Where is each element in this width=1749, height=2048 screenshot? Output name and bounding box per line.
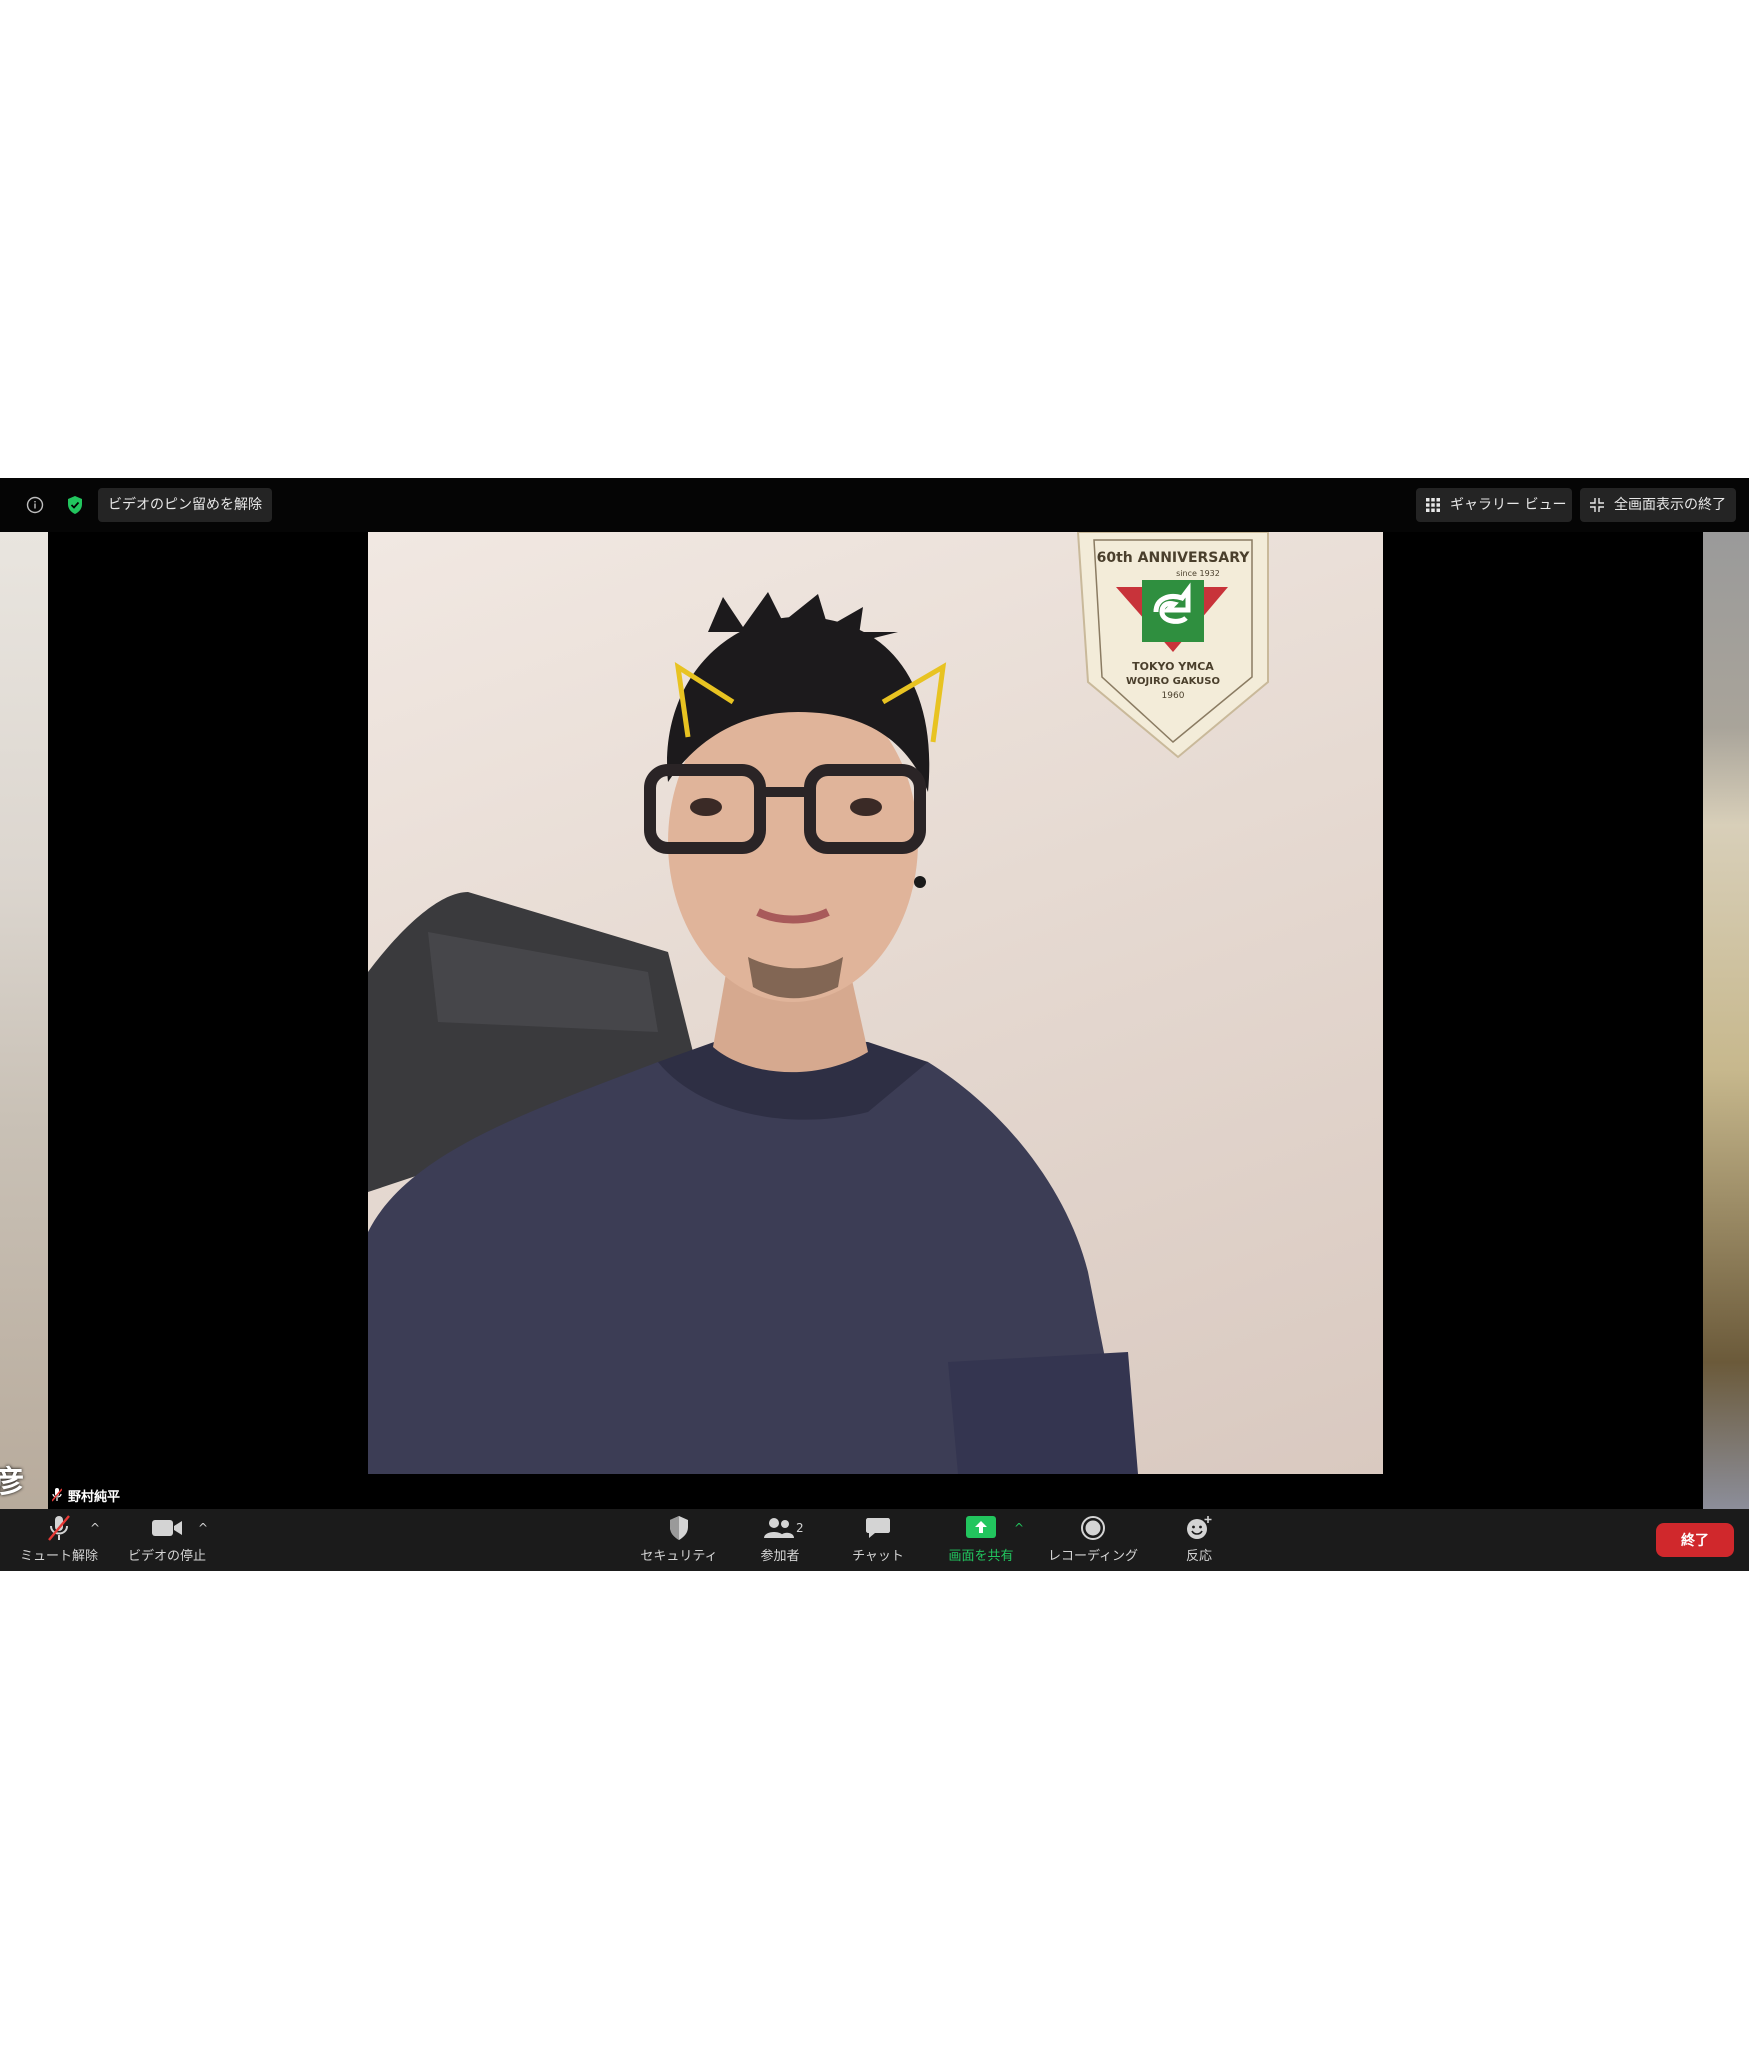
share-screen-label: 画面を共有 (948, 1549, 1014, 1564)
active-speaker-video[interactable]: 60th ANNIVERSARY since 1932 TOKYO YMCA W… (368, 532, 1383, 1474)
chat-button[interactable]: チャット (833, 1513, 923, 1567)
record-button[interactable]: レコーディング (1043, 1513, 1143, 1567)
participants-button[interactable]: 参加者 (735, 1513, 825, 1567)
audio-options-caret-icon[interactable]: ^ (90, 1521, 100, 1535)
gallery-view-button[interactable]: ギャラリー ビュー (1416, 488, 1572, 522)
reactions-button[interactable]: 反応 (1154, 1513, 1244, 1567)
participants-icon (763, 1513, 797, 1543)
pennant-title: 60th ANNIVERSARY (1097, 550, 1251, 566)
participants-count-badge: 2 (796, 1521, 804, 1535)
exit-fullscreen-label: 全画面表示の終了 (1614, 497, 1726, 513)
zoom-meeting-window: ビデオのピン留めを解除 ギャラリー ビュー 全画面表示の終了 彦 60th AN… (0, 478, 1749, 1571)
record-label: レコーディング (1047, 1549, 1139, 1564)
top-bar: ビデオのピン留めを解除 ギャラリー ビュー 全画面表示の終了 (0, 478, 1749, 532)
smiley-add-icon (1185, 1513, 1213, 1543)
share-screen-icon (966, 1513, 996, 1543)
gallery-view-label: ギャラリー ビュー (1450, 497, 1567, 513)
exit-fullscreen-icon (1590, 498, 1604, 512)
muted-mic-icon (52, 1488, 62, 1502)
meeting-toolbar: ミュート解除 ^ ビデオの停止 ^ セキュリティ 参加者 2 チャット 画面を共… (0, 1509, 1749, 1571)
participant-thumbnail-right[interactable] (1703, 532, 1749, 1509)
participant-thumbnail-left[interactable]: 彦 (0, 532, 48, 1509)
muted-microphone-icon (47, 1513, 71, 1543)
thumbnail-name-label: 彦 (0, 1465, 24, 1500)
security-shield-icon (668, 1513, 690, 1543)
chat-label: チャット (852, 1549, 904, 1564)
exit-fullscreen-button[interactable]: 全画面表示の終了 (1580, 488, 1736, 522)
grid-icon (1426, 498, 1440, 512)
stop-video-label: ビデオの停止 (127, 1549, 206, 1564)
participants-label: 参加者 (760, 1549, 800, 1564)
encryption-shield-icon[interactable] (62, 492, 88, 518)
record-icon (1080, 1513, 1106, 1543)
security-label: セキュリティ (640, 1549, 718, 1564)
participant-video-feed (368, 592, 1138, 1474)
video-options-caret-icon[interactable]: ^ (198, 1521, 208, 1535)
end-meeting-button[interactable]: 終了 (1656, 1523, 1734, 1557)
active-speaker-name-tag: 野村純平 (52, 1484, 120, 1506)
unmute-label: ミュート解除 (19, 1549, 98, 1564)
unpin-video-button[interactable]: ビデオのピン留めを解除 (98, 488, 272, 522)
video-camera-icon (151, 1513, 183, 1543)
meeting-info-icon[interactable] (22, 492, 48, 518)
security-button[interactable]: セキュリティ (634, 1513, 724, 1567)
share-options-caret-icon[interactable]: ^ (1014, 1521, 1024, 1535)
share-screen-button[interactable]: 画面を共有 (936, 1513, 1026, 1567)
chat-bubble-icon (865, 1513, 891, 1543)
pennant-since: since 1932 (1176, 569, 1220, 578)
speaker-name-label: 野村純平 (68, 1489, 121, 1505)
reactions-label: 反応 (1185, 1549, 1212, 1564)
